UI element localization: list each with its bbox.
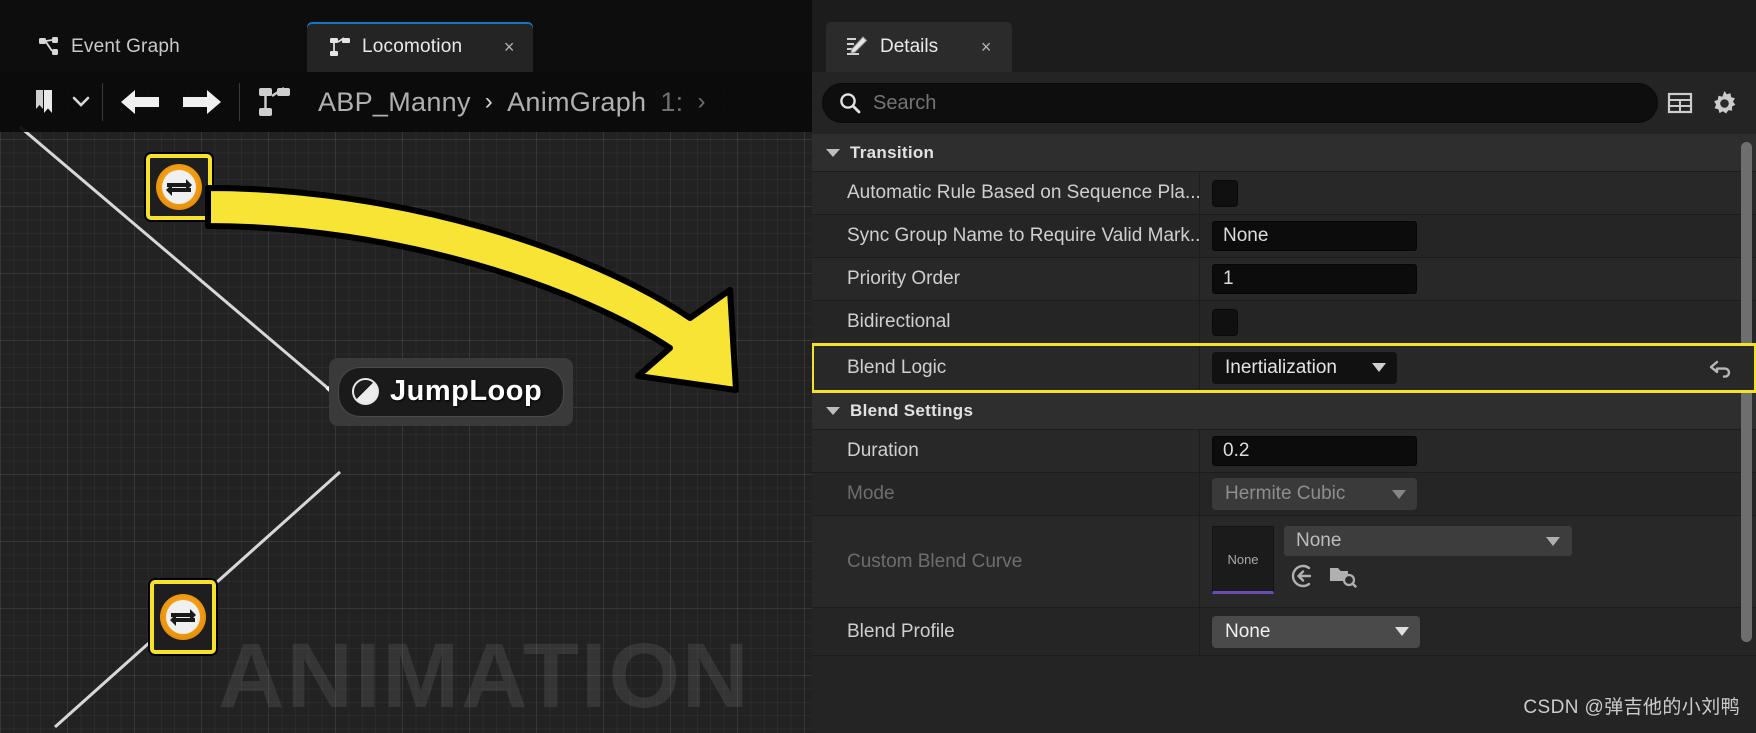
breadcrumb-sep-0: ›: [484, 88, 494, 115]
property-label: Bidirectional: [812, 301, 1200, 343]
state-machine-icon: [246, 72, 302, 132]
breadcrumb-item-0[interactable]: ABP_Manny: [318, 87, 471, 118]
graph-canvas[interactable]: ANIMATION JumpLoop: [0, 72, 812, 733]
property-row-blend-profile[interactable]: Blend Profile None: [812, 608, 1756, 656]
blend-profile-dropdown[interactable]: None: [1212, 615, 1420, 648]
mode-dropdown[interactable]: Hermite Cubic: [1212, 478, 1417, 510]
property-row-duration[interactable]: Duration 0.2: [812, 430, 1756, 473]
custom-blend-curve-thumbnail[interactable]: None: [1212, 526, 1274, 594]
category-title: Blend Settings: [850, 400, 974, 420]
column-view-icon[interactable]: [1658, 81, 1702, 125]
search-input[interactable]: Search: [822, 83, 1658, 123]
property-list[interactable]: Transition Automatic Rule Based on Seque…: [812, 134, 1756, 733]
duration-field[interactable]: 0.2: [1212, 436, 1417, 466]
graph-tab-bar: Event Graph Locomotion ×: [0, 0, 812, 72]
blend-logic-value: Inertialization: [1225, 356, 1337, 378]
arrow-left-icon[interactable]: [109, 72, 171, 132]
animation-graph-panel: ANIMATION JumpLoop ABP_Manny › AnimGraph…: [0, 0, 812, 733]
bookmark-icon[interactable]: [22, 72, 66, 132]
tab-event-graph[interactable]: Event Graph: [16, 22, 202, 72]
property-row-mode[interactable]: Mode Hermite Cubic: [812, 473, 1756, 516]
tab-details[interactable]: Details ×: [826, 22, 1013, 72]
chevron-down-icon[interactable]: [66, 72, 96, 132]
category-header-blend-settings[interactable]: Blend Settings: [812, 392, 1756, 430]
transition-node-lower[interactable]: [150, 580, 216, 654]
arrow-right-icon[interactable]: [171, 72, 233, 132]
sync-group-name-field[interactable]: None: [1212, 221, 1417, 251]
property-row-sync-group-name[interactable]: Sync Group Name to Require Valid Mark...…: [812, 215, 1756, 258]
property-row-blend-logic[interactable]: Blend Logic Inertialization: [812, 343, 1756, 393]
property-row-priority-order[interactable]: Priority Order 1: [812, 258, 1756, 301]
category-title: Transition: [850, 142, 935, 162]
state-node-jumploop[interactable]: JumpLoop: [329, 358, 574, 426]
details-scrollbar[interactable]: [1741, 142, 1752, 702]
transition-node-upper[interactable]: [146, 154, 212, 220]
state-node-label: JumpLoop: [390, 375, 543, 407]
details-scrollbar-thumb[interactable]: [1741, 142, 1752, 642]
custom-blend-curve-dropdown[interactable]: None: [1284, 526, 1572, 556]
bidirectional-checkbox[interactable]: [1212, 308, 1238, 336]
chevron-down-icon: [1372, 363, 1386, 372]
transition-arrows-icon: [160, 594, 206, 640]
chevron-down-icon: [1395, 627, 1409, 636]
chevron-down-icon: [826, 406, 840, 415]
use-selected-asset-icon[interactable]: [1288, 563, 1315, 589]
property-row-automatic-rule[interactable]: Automatic Rule Based on Sequence Pla...: [812, 172, 1756, 215]
animation-sequence-icon: [352, 378, 379, 405]
breadcrumb[interactable]: ABP_Manny › AnimGraph 1: ›: [318, 87, 706, 118]
automatic-rule-checkbox[interactable]: [1212, 179, 1238, 207]
reset-to-default-icon[interactable]: [1708, 357, 1734, 379]
tab-locomotion-close-icon[interactable]: ×: [499, 38, 519, 56]
custom-blend-curve-value: None: [1296, 530, 1342, 551]
tab-details-label: Details: [880, 36, 939, 57]
category-header-transition[interactable]: Transition: [812, 134, 1756, 172]
property-label: Priority Order: [812, 258, 1200, 300]
graph-toolbar: ABP_Manny › AnimGraph 1: ›: [0, 72, 812, 132]
tab-details-close-icon[interactable]: ×: [976, 38, 996, 56]
details-search-row: Search: [812, 72, 1756, 134]
tab-locomotion-label: Locomotion: [362, 36, 463, 57]
event-graph-icon: [38, 37, 60, 57]
blend-profile-value: None: [1225, 620, 1271, 642]
property-label: Blend Logic: [812, 344, 1200, 391]
settings-gear-icon[interactable]: [1702, 81, 1746, 125]
credit-watermark: CSDN @弹吉他的小刘鸭: [1523, 697, 1740, 718]
mode-value: Hermite Cubic: [1225, 483, 1346, 504]
state-machine-icon: [329, 37, 351, 57]
browse-to-asset-icon[interactable]: [1328, 563, 1357, 589]
transition-arrows-icon: [156, 164, 202, 210]
breadcrumb-sep-1: ›: [697, 88, 706, 115]
tab-event-graph-label: Event Graph: [71, 36, 180, 57]
details-panel: Details × Search Transition Automatic Ru…: [812, 0, 1756, 733]
tab-locomotion[interactable]: Locomotion ×: [307, 22, 534, 72]
details-tab-bar: Details ×: [812, 0, 1756, 72]
property-label: Automatic Rule Based on Sequence Pla...: [812, 172, 1200, 214]
details-icon: [844, 36, 868, 58]
property-label: Blend Profile: [812, 608, 1200, 655]
search-placeholder: Search: [873, 91, 937, 114]
property-label: Duration: [812, 430, 1200, 472]
chevron-down-icon: [1546, 536, 1560, 546]
breadcrumb-item-1[interactable]: AnimGraph: [507, 87, 646, 118]
search-icon: [839, 92, 861, 114]
property-label: Sync Group Name to Require Valid Mark...: [812, 215, 1200, 257]
blend-logic-dropdown[interactable]: Inertialization: [1212, 351, 1397, 384]
property-row-custom-blend-curve[interactable]: Custom Blend Curve None None: [812, 516, 1756, 608]
chevron-down-icon: [1392, 489, 1406, 499]
breadcrumb-item-2: 1:: [660, 86, 684, 117]
property-label: Mode: [812, 473, 1200, 515]
chevron-down-icon: [826, 148, 840, 157]
priority-order-field[interactable]: 1: [1212, 264, 1417, 294]
property-row-bidirectional[interactable]: Bidirectional: [812, 301, 1756, 344]
property-label: Custom Blend Curve: [812, 516, 1200, 607]
